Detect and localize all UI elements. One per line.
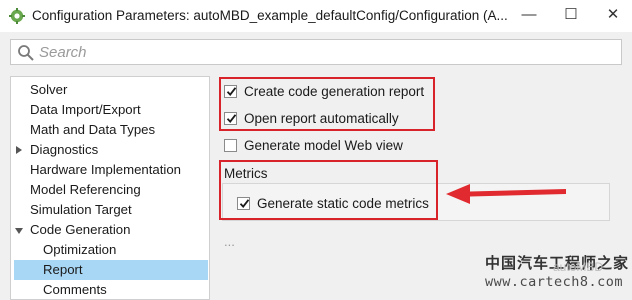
tree-item-label: Diagnostics: [30, 142, 99, 157]
tree-item-label: Comments: [43, 282, 107, 297]
web-view-label: Generate model Web view: [244, 138, 403, 153]
watermark-url: www.cartech8.com: [485, 274, 624, 290]
tree-item-label: Model Referencing: [30, 182, 141, 197]
red-arrow-icon: [446, 184, 566, 204]
more-options-ellipsis: ...: [224, 234, 235, 249]
tree-item-comments[interactable]: Comments: [11, 280, 209, 300]
category-tree: Solver Data Import/Export Math and Data …: [10, 76, 210, 300]
tree-item-label: Data Import/Export: [30, 102, 141, 117]
tree-item-math-and-data-types[interactable]: Math and Data Types: [11, 120, 209, 140]
tree-item-solver[interactable]: Solver: [11, 80, 209, 100]
tree-item-label: Solver: [30, 82, 68, 97]
watermark: 中国汽车工程师之家 autoMBD www.cartech8.com: [485, 252, 632, 298]
gear-app-icon: [9, 8, 25, 24]
collapse-arrow-icon[interactable]: [15, 228, 23, 234]
tree-item-hardware-implementation[interactable]: Hardware Implementation: [11, 160, 209, 180]
tree-item-code-generation[interactable]: Code Generation: [11, 220, 209, 240]
tree-item-label: Report: [43, 262, 83, 277]
expand-arrow-icon[interactable]: [16, 146, 22, 154]
title-bar: Configuration Parameters: autoMBD_exampl…: [0, 0, 632, 32]
watermark-brand: autoMBD: [553, 260, 604, 274]
restore-button[interactable]: ☐: [556, 4, 586, 26]
tree-item-optimization[interactable]: Optimization: [11, 240, 209, 260]
tree-item-label: Code Generation: [30, 222, 131, 237]
window-title: Configuration Parameters: autoMBD_exampl…: [32, 8, 508, 23]
tree-item-label: Math and Data Types: [30, 122, 156, 137]
close-button[interactable]: ✕: [598, 4, 628, 26]
tree-item-model-referencing[interactable]: Model Referencing: [11, 180, 209, 200]
highlight-box-metrics: [219, 160, 438, 220]
tree-item-simulation-target[interactable]: Simulation Target: [11, 200, 209, 220]
tree-item-label: Optimization: [43, 242, 117, 257]
tree-item-data-import-export[interactable]: Data Import/Export: [11, 100, 209, 120]
search-bar: [10, 39, 622, 65]
tree-item-label: Hardware Implementation: [30, 162, 181, 177]
tree-item-report[interactable]: Report: [11, 260, 209, 280]
highlight-box-report-options: [219, 77, 435, 131]
minimize-button[interactable]: —: [514, 4, 544, 26]
tree-item-diagnostics[interactable]: Diagnostics: [11, 140, 209, 160]
search-icon: [18, 45, 34, 61]
tree-item-label: Simulation Target: [30, 202, 132, 217]
web-view-checkbox[interactable]: [224, 139, 237, 152]
search-input[interactable]: [39, 42, 609, 62]
